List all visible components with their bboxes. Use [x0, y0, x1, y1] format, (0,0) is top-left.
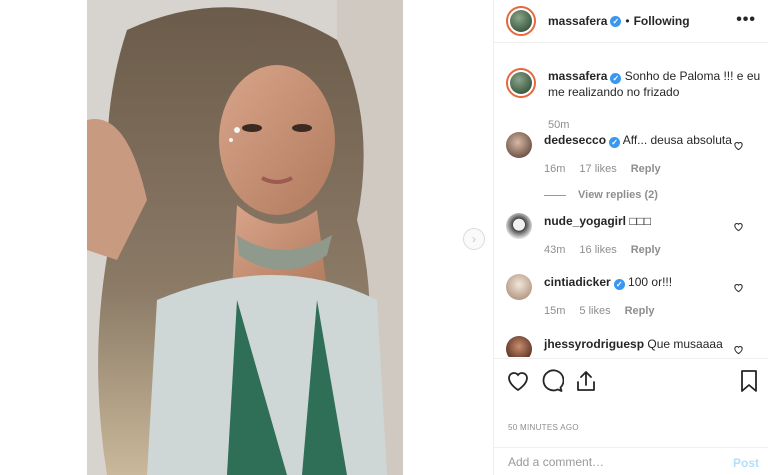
- comment-text: □□□: [629, 214, 652, 228]
- comment-item: dedesecco ✓ Aff... deusa absoluta 16m 17 …: [506, 132, 764, 203]
- comment-like-heart-icon[interactable]: [733, 221, 744, 232]
- reply-button[interactable]: Reply: [631, 161, 661, 177]
- post-header: massafera ✓ • Following •••: [494, 0, 768, 43]
- comment-time: 43m: [544, 244, 566, 256]
- comment-time: 16m: [544, 163, 566, 175]
- author-username[interactable]: massafera: [548, 14, 607, 28]
- comment-username[interactable]: jhessyrodriguesp: [544, 337, 644, 351]
- more-icon[interactable]: •••: [736, 12, 756, 28]
- comment-username[interactable]: dedesecco: [544, 133, 606, 147]
- comment-text: Que musaaaa: [647, 337, 723, 351]
- comments-list[interactable]: massafera ✓ Sonho de Paloma !!! e eu me r…: [494, 60, 768, 357]
- commenter-avatar[interactable]: [506, 132, 532, 158]
- share-icon[interactable]: [574, 369, 598, 393]
- post-photo[interactable]: [87, 0, 403, 475]
- comment-input[interactable]: [508, 455, 708, 469]
- commenter-avatar[interactable]: [506, 213, 532, 239]
- reply-button[interactable]: Reply: [625, 303, 655, 319]
- comment-text: Aff... deusa absoluta: [622, 133, 732, 147]
- photo-illustration: [87, 0, 403, 475]
- heart-icon[interactable]: [506, 369, 530, 393]
- separator-dot: •: [625, 14, 630, 28]
- comment-username[interactable]: cintiadicker: [544, 275, 611, 289]
- media-pane: ›: [0, 0, 493, 475]
- caption: massafera ✓ Sonho de Paloma !!! e eu me r…: [506, 68, 764, 133]
- post-timestamp: 50 MINUTES AGO: [508, 423, 579, 432]
- divider-line: [544, 194, 566, 196]
- comment-item: cintiadicker ✓ 100 or!!! 15m 5 likes Repl…: [506, 274, 764, 319]
- caption-avatar[interactable]: [506, 68, 536, 98]
- caption-username[interactable]: massafera: [548, 69, 607, 83]
- bookmark-icon[interactable]: [737, 369, 761, 393]
- caption-time: 50m: [548, 119, 570, 131]
- comment-item: jhessyrodriguesp Que musaaaa: [506, 336, 764, 357]
- comment-like-heart-icon[interactable]: [733, 282, 744, 293]
- comment-likes[interactable]: 16 likes: [579, 242, 616, 258]
- commenter-avatar[interactable]: [506, 274, 532, 300]
- following-button[interactable]: Following: [634, 14, 690, 28]
- comment-username[interactable]: nude_yogagirl: [544, 214, 626, 228]
- add-comment-bar: Post: [494, 447, 768, 475]
- chevron-right-icon: ›: [472, 232, 476, 246]
- comment-text: 100 or!!!: [628, 275, 673, 289]
- verified-badge-icon: ✓: [610, 73, 622, 84]
- commenter-avatar[interactable]: [506, 336, 532, 357]
- comment-icon[interactable]: [540, 369, 565, 393]
- action-bar: [494, 358, 768, 402]
- view-replies-label: View replies (2): [578, 189, 658, 201]
- comment-item: nude_yogagirl □□□ 43m 16 likes Reply: [506, 213, 764, 258]
- reply-button[interactable]: Reply: [631, 242, 661, 258]
- comment-like-heart-icon[interactable]: [733, 344, 744, 355]
- comment-likes[interactable]: 5 likes: [579, 303, 610, 319]
- author-avatar[interactable]: [506, 6, 536, 36]
- verified-badge-icon: ✓: [610, 15, 622, 27]
- view-replies-button[interactable]: View replies (2): [544, 187, 744, 203]
- post-details-pane: massafera ✓ • Following ••• massafera ✓ S…: [493, 0, 768, 475]
- verified-badge-icon: ✓: [609, 137, 621, 148]
- comment-like-heart-icon[interactable]: [733, 140, 744, 151]
- comment-likes[interactable]: 17 likes: [579, 161, 616, 177]
- verified-badge-icon: ✓: [613, 279, 625, 290]
- next-photo-button[interactable]: ›: [463, 228, 485, 250]
- post-comment-button[interactable]: Post: [733, 456, 759, 470]
- comment-time: 15m: [544, 305, 566, 317]
